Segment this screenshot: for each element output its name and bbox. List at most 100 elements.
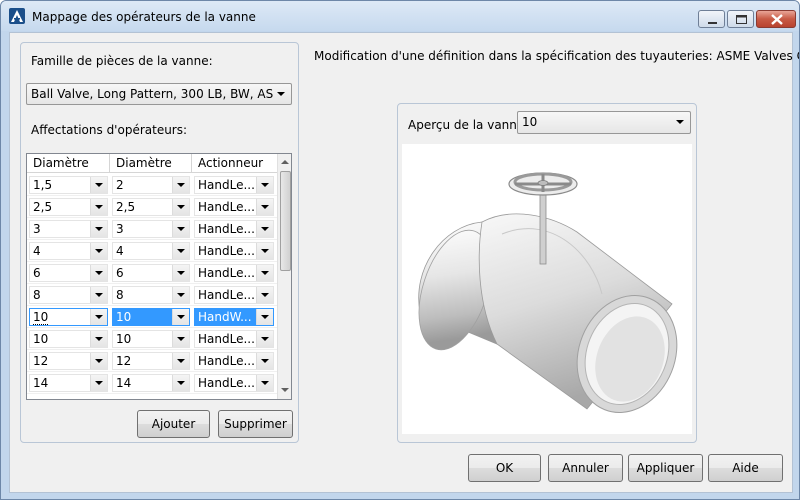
- chevron-down-icon[interactable]: [90, 331, 107, 347]
- chevron-down-icon[interactable]: [256, 221, 273, 237]
- diameter-from-cell[interactable]: 12: [29, 352, 108, 370]
- cell-value: 1,5: [33, 178, 53, 192]
- scroll-down-arrow-icon[interactable]: [278, 382, 291, 399]
- chevron-down-icon[interactable]: [172, 199, 189, 215]
- preview-size-dropdown[interactable]: 10: [517, 111, 691, 134]
- apply-button[interactable]: Appliquer: [628, 454, 703, 482]
- table-row[interactable]: 2,5 2,5 HandLe...: [27, 196, 277, 218]
- table-row[interactable]: 3 3 HandLe...: [27, 218, 277, 240]
- help-button[interactable]: Aide: [708, 454, 783, 482]
- chevron-down-icon[interactable]: [172, 177, 189, 193]
- chevron-down-icon[interactable]: [256, 375, 273, 391]
- actuator-cell[interactable]: HandLe...: [194, 330, 274, 348]
- diameter-from-cell[interactable]: 6: [29, 264, 108, 282]
- diameter-from-cell[interactable]: 14: [29, 374, 108, 392]
- column-header-actuator[interactable]: Actionneur: [192, 154, 277, 173]
- minimize-button[interactable]: [698, 10, 725, 28]
- table-row[interactable]: 4 4 HandLe...: [27, 240, 277, 262]
- column-header-diameter-2[interactable]: Diamètre: [110, 154, 192, 173]
- valve-family-dropdown[interactable]: Ball Valve, Long Pattern, 300 LB, BW, AS…: [26, 83, 292, 105]
- chevron-down-icon[interactable]: [90, 265, 107, 281]
- diameter-from-cell[interactable]: 4: [29, 242, 108, 260]
- minimize-icon: [708, 22, 717, 24]
- diameter-to-cell[interactable]: 14: [112, 374, 190, 392]
- chevron-down-icon[interactable]: [172, 287, 189, 303]
- cancel-button[interactable]: Annuler: [548, 454, 623, 482]
- chevron-down-icon[interactable]: [256, 199, 273, 215]
- title-bar[interactable]: Mappage des opérateurs de la vanne: [1, 1, 799, 31]
- cell-value: 14: [116, 376, 132, 390]
- actuator-cell[interactable]: HandW...: [194, 308, 274, 326]
- chevron-down-icon[interactable]: [256, 353, 273, 369]
- chevron-down-icon[interactable]: [90, 309, 107, 325]
- operator-assignments-grid[interactable]: Diamètre Diamètre Actionneur 1,5 2 HandL…: [26, 153, 292, 400]
- diameter-to-cell[interactable]: 8: [112, 286, 190, 304]
- chevron-down-icon[interactable]: [256, 243, 273, 259]
- diameter-to-cell[interactable]: 6: [112, 264, 190, 282]
- maximize-button[interactable]: [727, 10, 754, 28]
- chevron-down-icon[interactable]: [172, 353, 189, 369]
- family-label: Famille de pièces de la vanne:: [31, 54, 213, 68]
- cell-value: HandLe...: [198, 376, 255, 390]
- chevron-down-icon[interactable]: [256, 265, 273, 281]
- actuator-cell[interactable]: HandLe...: [194, 242, 274, 260]
- add-button[interactable]: Ajouter: [137, 410, 210, 438]
- chevron-down-icon[interactable]: [172, 221, 189, 237]
- ok-button[interactable]: OK: [468, 454, 541, 482]
- chevron-down-icon[interactable]: [256, 177, 273, 193]
- table-row[interactable]: 8 8 HandLe...: [27, 284, 277, 306]
- chevron-down-icon[interactable]: [172, 243, 189, 259]
- table-row[interactable]: 12 12 HandLe...: [27, 350, 277, 372]
- chevron-down-icon[interactable]: [256, 331, 273, 347]
- diameter-from-cell[interactable]: 8: [29, 286, 108, 304]
- close-button[interactable]: [756, 10, 796, 28]
- chevron-down-icon: [277, 92, 285, 96]
- diameter-from-cell[interactable]: 3: [29, 220, 108, 238]
- diameter-from-cell[interactable]: 10: [29, 330, 108, 348]
- chevron-down-icon[interactable]: [90, 287, 107, 303]
- chevron-down-icon[interactable]: [90, 375, 107, 391]
- chevron-down-icon[interactable]: [172, 265, 189, 281]
- chevron-down-icon[interactable]: [90, 353, 107, 369]
- valve-preview-image: [402, 144, 692, 434]
- diameter-from-cell[interactable]: 2,5: [29, 198, 108, 216]
- diameter-to-cell[interactable]: 3: [112, 220, 190, 238]
- actuator-cell[interactable]: HandLe...: [194, 352, 274, 370]
- column-header-diameter-1[interactable]: Diamètre: [27, 154, 110, 173]
- diameter-from-cell[interactable]: 10: [29, 308, 108, 326]
- actuator-cell[interactable]: HandLe...: [194, 264, 274, 282]
- cell-value: HandLe...: [198, 178, 255, 192]
- diameter-to-cell[interactable]: 2,5: [112, 198, 190, 216]
- diameter-to-cell[interactable]: 10: [112, 330, 190, 348]
- diameter-to-cell[interactable]: 4: [112, 242, 190, 260]
- diameter-to-cell[interactable]: 10: [112, 308, 190, 326]
- table-row[interactable]: 10 10 HandLe...: [27, 328, 277, 350]
- chevron-down-icon[interactable]: [172, 309, 189, 325]
- delete-button[interactable]: Supprimer: [218, 410, 293, 438]
- assignments-label: Affectations d'opérateurs:: [31, 123, 188, 137]
- chevron-down-icon[interactable]: [256, 309, 273, 325]
- actuator-cell[interactable]: HandLe...: [194, 198, 274, 216]
- actuator-cell[interactable]: HandLe...: [194, 286, 274, 304]
- actuator-cell[interactable]: HandLe...: [194, 220, 274, 238]
- actuator-cell[interactable]: HandLe...: [194, 176, 274, 194]
- chevron-down-icon[interactable]: [90, 199, 107, 215]
- chevron-down-icon[interactable]: [172, 375, 189, 391]
- scrollbar-thumb[interactable]: [280, 171, 291, 271]
- cell-value: 2,5: [116, 200, 136, 214]
- table-row-selected[interactable]: 10 10 HandW...: [27, 306, 277, 328]
- chevron-down-icon[interactable]: [172, 331, 189, 347]
- table-row[interactable]: 6 6 HandLe...: [27, 262, 277, 284]
- diameter-to-cell[interactable]: 2: [112, 176, 190, 194]
- diameter-to-cell[interactable]: 12: [112, 352, 190, 370]
- actuator-cell[interactable]: HandLe...: [194, 374, 274, 392]
- diameter-from-cell[interactable]: 1,5: [29, 176, 108, 194]
- grid-vertical-scrollbar[interactable]: [277, 154, 291, 399]
- chevron-down-icon[interactable]: [90, 177, 107, 193]
- table-row[interactable]: 1,5 2 HandLe...: [27, 174, 277, 196]
- chevron-down-icon[interactable]: [256, 287, 273, 303]
- chevron-down-icon[interactable]: [90, 243, 107, 259]
- chevron-down-icon[interactable]: [90, 221, 107, 237]
- scroll-up-arrow-icon[interactable]: [278, 154, 291, 171]
- table-row[interactable]: 14 14 HandLe...: [27, 372, 277, 394]
